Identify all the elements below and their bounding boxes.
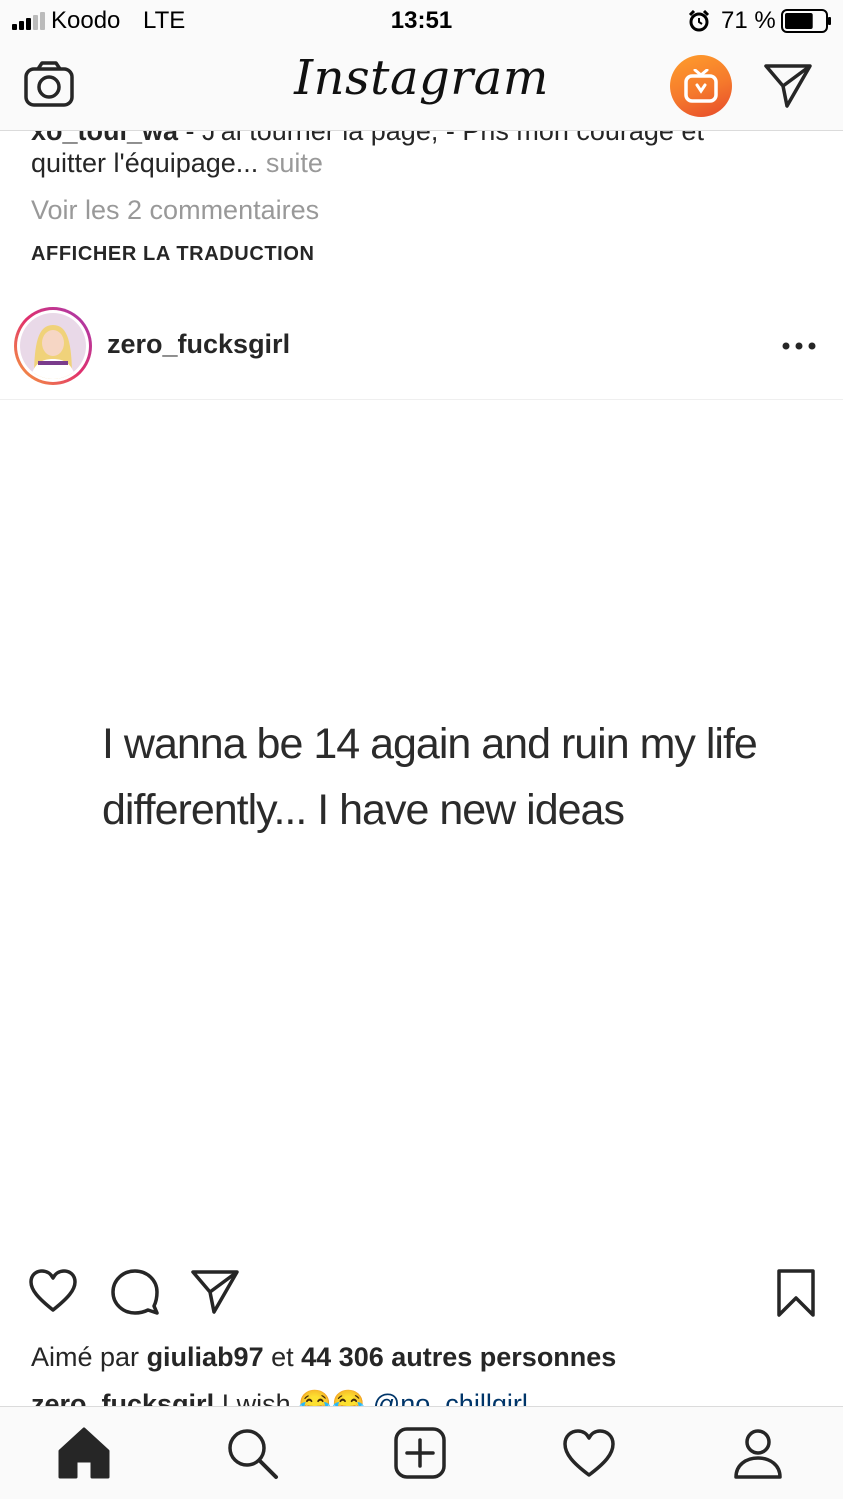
post-image-text-line: I wanna be 14 again and ruin my life [102, 720, 758, 768]
like-icon[interactable] [28, 1268, 78, 1314]
battery-icon [781, 9, 831, 33]
caption-text: - J'ai tourner la page, - Pris mon coura… [178, 131, 704, 146]
more-options-icon[interactable] [781, 340, 817, 352]
home-icon[interactable] [56, 1425, 112, 1481]
likes-prefix: Aimé par [31, 1342, 140, 1372]
caption-mention[interactable]: @no_chillgirl [373, 1389, 528, 1406]
caption-username[interactable]: zero_fucksgirl [31, 1389, 214, 1406]
caption-text: quitter l'équipage... [31, 148, 259, 178]
avatar[interactable] [14, 307, 92, 385]
profile-icon[interactable] [730, 1425, 786, 1481]
clock: 13:51 [390, 7, 453, 34]
direct-message-icon[interactable] [763, 62, 813, 108]
save-icon[interactable] [776, 1268, 816, 1318]
status-bar: Koodo LTE 13:51 71 % [0, 0, 843, 44]
likes-count[interactable]: 44 306 autres personnes [301, 1342, 616, 1372]
post-image-text-line: differently... I have new ideas [102, 786, 625, 834]
post-image-text: I wanna be 14 again and ruin my life dif… [102, 711, 822, 843]
caption-username[interactable]: xo_toui_wa [31, 131, 178, 146]
post-caption: zero_fucksgirl I wish 😂😂 @no_chillgirl [31, 1388, 528, 1406]
search-icon[interactable] [224, 1425, 280, 1481]
likes-mid: et [271, 1342, 294, 1372]
top-navigation-bar: Instagram [0, 44, 843, 131]
post-username[interactable]: zero_fucksgirl [107, 329, 290, 360]
battery-percent: 71 % [721, 7, 776, 34]
post-image[interactable]: I wanna be 14 again and ruin my life dif… [0, 401, 843, 1244]
share-icon[interactable] [190, 1268, 240, 1314]
alarm-icon [688, 10, 710, 32]
post-actions [0, 1258, 843, 1328]
previous-post-caption: xo_toui_wa - J'ai tourner la page, - Pri… [0, 131, 843, 288]
more-link[interactable]: suite [266, 148, 323, 178]
caption-cut-line: xo_toui_wa - J'ai tourner la page, - Pri… [31, 131, 704, 147]
bottom-tab-bar [0, 1406, 843, 1499]
view-comments-link[interactable]: Voir les 2 commentaires [31, 195, 319, 226]
show-translation-link[interactable]: AFFICHER LA TRADUCTION [31, 243, 315, 266]
igtv-icon[interactable] [670, 55, 732, 117]
caption-text: I wish 😂😂 [214, 1389, 373, 1406]
post-header: zero_fucksgirl [0, 300, 843, 400]
new-post-icon[interactable] [392, 1425, 448, 1481]
activity-icon[interactable] [561, 1425, 617, 1481]
comment-icon[interactable] [110, 1268, 160, 1316]
caption-line: quitter l'équipage... suite [31, 148, 323, 179]
liked-by-user[interactable]: giuliab97 [147, 1342, 264, 1372]
likes-summary[interactable]: Aimé par giuliab97 et 44 306 autres pers… [31, 1342, 616, 1373]
